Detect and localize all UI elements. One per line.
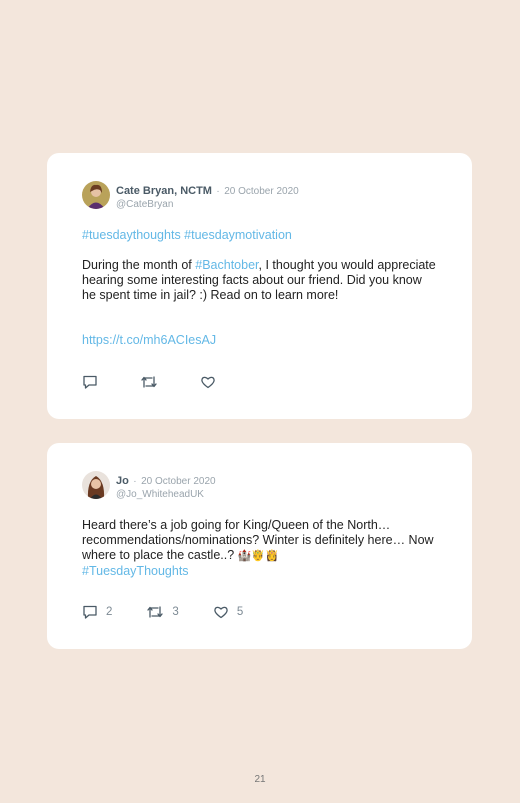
reply-count: 2 bbox=[106, 606, 113, 618]
retweet-icon bbox=[141, 376, 157, 388]
heart-icon bbox=[201, 376, 215, 389]
tweet-hashtags: #tuesdaythoughts #tuesdaymotivation bbox=[82, 228, 437, 243]
like-button[interactable]: 5 bbox=[213, 605, 243, 619]
reply-icon bbox=[83, 375, 97, 389]
tweet-header: Cate Bryan, NCTM · 20 October 2020 @Cate… bbox=[82, 181, 299, 211]
reply-button[interactable] bbox=[82, 375, 106, 389]
like-count: 5 bbox=[236, 606, 244, 618]
heart-icon bbox=[214, 606, 228, 619]
hashtag-link[interactable]: #Bachtober bbox=[195, 258, 258, 272]
avatar[interactable] bbox=[82, 471, 110, 499]
tweet-card: Cate Bryan, NCTM · 20 October 2020 @Cate… bbox=[47, 153, 472, 419]
reply-icon bbox=[83, 605, 97, 619]
castle-king-queen-emoji: 🏰🤴👸 bbox=[237, 550, 279, 562]
tweet-url: https://t.co/mh6ACIesAJ bbox=[82, 333, 437, 348]
tweet-card: Jo · 20 October 2020 @Jo_WhiteheadUK Hea… bbox=[47, 443, 472, 649]
url-link[interactable]: https://t.co/mh6ACIesAJ bbox=[82, 333, 216, 347]
retweet-count: 3 bbox=[172, 606, 179, 618]
tweet-body: During the month of #Bachtober, I though… bbox=[82, 258, 437, 303]
tweet-actions: 2 3 5 bbox=[82, 605, 277, 619]
separator-dot: · bbox=[216, 186, 220, 197]
hashtag-link[interactable]: #tuesdaythoughts #tuesdaymotivation bbox=[82, 228, 292, 242]
author-name[interactable]: Cate Bryan, NCTM bbox=[116, 185, 212, 197]
tweet-date[interactable]: 20 October 2020 bbox=[141, 476, 216, 487]
tweet-body: Heard there’s a job going for King/Queen… bbox=[82, 518, 437, 579]
tweet-header: Jo · 20 October 2020 @Jo_WhiteheadUK bbox=[82, 471, 216, 501]
reply-button[interactable]: 2 bbox=[82, 605, 112, 619]
page-number: 21 bbox=[254, 774, 266, 785]
retweet-button[interactable] bbox=[140, 375, 166, 389]
hashtag-link[interactable]: #TuesdayThoughts bbox=[82, 564, 189, 578]
tweet-body-text: During the month of bbox=[82, 258, 196, 272]
author-name[interactable]: Jo bbox=[116, 475, 129, 487]
retweet-icon bbox=[147, 606, 164, 618]
separator-dot: · bbox=[133, 476, 137, 487]
like-button[interactable] bbox=[200, 375, 224, 389]
tweet-date[interactable]: 20 October 2020 bbox=[224, 186, 299, 197]
author-handle[interactable]: @Jo_WhiteheadUK bbox=[116, 488, 216, 501]
avatar[interactable] bbox=[82, 181, 110, 209]
retweet-button[interactable]: 3 bbox=[146, 605, 179, 619]
author-handle[interactable]: @CateBryan bbox=[116, 198, 299, 211]
tweet-actions bbox=[82, 375, 258, 389]
